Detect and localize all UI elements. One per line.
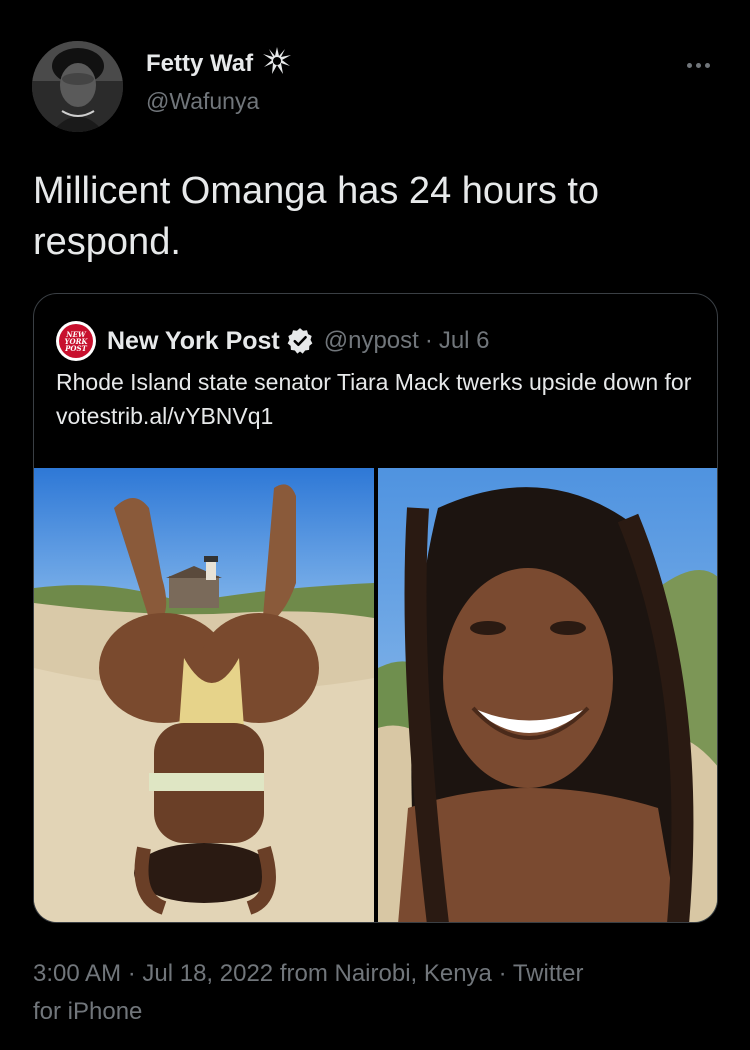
media-photo-right[interactable]	[378, 468, 717, 922]
quoted-media	[34, 468, 717, 922]
author-avatar[interactable]	[32, 41, 123, 132]
source-link-cont[interactable]: for iPhone	[33, 998, 142, 1025]
quoted-date[interactable]: Jul 6	[439, 327, 490, 355]
media-photo-left[interactable]	[34, 468, 374, 922]
meta-separator: ·	[424, 327, 433, 354]
spiky-badge-icon	[263, 47, 292, 80]
author-handle[interactable]: @Wafunya	[146, 88, 259, 115]
quoted-tweet-text: Rhode Island state senator Tiara Mack tw…	[56, 369, 692, 429]
more-options-button[interactable]	[678, 50, 718, 80]
verified-badge-icon	[287, 328, 313, 354]
more-horizontal-icon	[686, 62, 692, 68]
smiling-selfie-image	[378, 468, 717, 922]
author-display-name[interactable]: Fetty Waf	[146, 50, 253, 78]
tweet-timestamp[interactable]: 3:00 AM · Jul 18, 2022 from Nairobi, Ken…	[33, 960, 513, 987]
quoted-tweet-header: NEW YORK POST New York Post @nypost · Ju…	[56, 321, 490, 361]
quoted-tweet-card[interactable]: NEW YORK POST New York Post @nypost · Ju…	[33, 293, 718, 923]
tweet-detail: Fetty Waf @Wafunya Millicent Omanga has …	[0, 0, 750, 1050]
quoted-display-name[interactable]: New York Post	[107, 327, 280, 356]
tweet-text: Millicent Omanga has 24 hours to respond…	[33, 170, 600, 263]
author-name-row: Fetty Waf	[146, 47, 292, 80]
nypost-avatar[interactable]: NEW YORK POST	[56, 321, 96, 361]
tweet-footer: 3:00 AM · Jul 18, 2022 from Nairobi, Ken…	[33, 955, 713, 1031]
beach-handstand-image	[34, 468, 374, 922]
source-link[interactable]: Twitter	[513, 960, 584, 987]
quoted-handle[interactable]: @nypost	[324, 327, 419, 355]
nypost-logo-text: NEW YORK POST	[64, 329, 88, 353]
